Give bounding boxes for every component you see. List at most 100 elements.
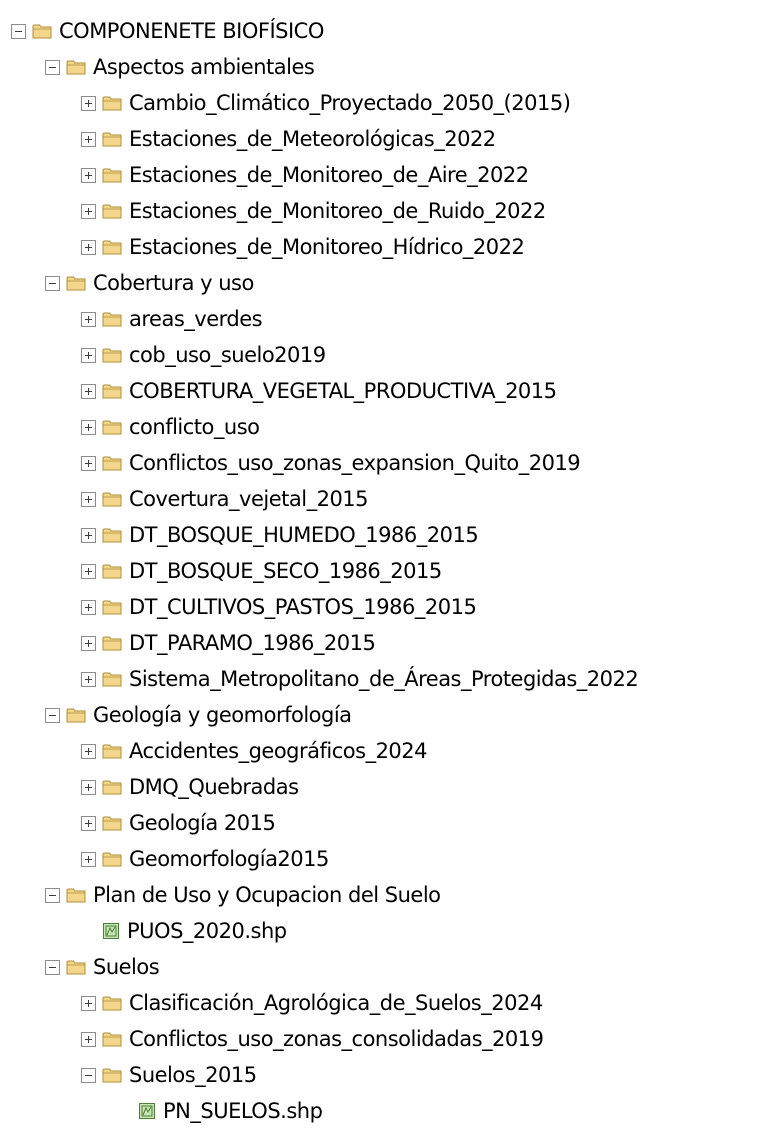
tree-item-dt-cultivos-pastos-1986-2015[interactable]: DT_CULTIVOS_PASTOS_1986_2015: [81, 589, 477, 625]
tree-item-label: DT_PARAMO_1986_2015: [129, 630, 376, 655]
folder-icon: [102, 131, 122, 147]
expand-plus-icon[interactable]: [81, 527, 96, 543]
tree-item-cambio-climatico-proyectado-2050-2015[interactable]: Cambio_Climático_Proyectado_2050_(2015): [81, 85, 571, 121]
tree-item-estaciones-de-monitoreo-hidrico-2022[interactable]: Estaciones_de_Monitoreo_Hídrico_2022: [81, 229, 525, 265]
folder-icon: [102, 743, 122, 759]
folder-icon: [102, 491, 122, 507]
tree-item-label: Estaciones_de_Monitoreo_de_Aire_2022: [129, 162, 529, 187]
tree-item-aspectos-ambientales[interactable]: Aspectos ambientales: [45, 49, 315, 85]
collapse-minus-icon[interactable]: [45, 59, 60, 75]
expand-plus-icon[interactable]: [81, 455, 96, 471]
expand-plus-icon[interactable]: [81, 599, 96, 615]
expand-plus-icon[interactable]: [81, 419, 96, 435]
tree-item-dt-paramo-1986-2015[interactable]: DT_PARAMO_1986_2015: [81, 625, 376, 661]
expand-plus-icon[interactable]: [81, 563, 96, 579]
tree-item-dt-bosque-humedo-1986-2015[interactable]: DT_BOSQUE_HUMEDO_1986_2015: [81, 517, 479, 553]
expand-plus-icon[interactable]: [81, 131, 96, 147]
folder-icon: [102, 239, 122, 255]
expand-plus-icon[interactable]: [81, 635, 96, 651]
expand-plus-icon[interactable]: [81, 779, 96, 795]
expand-plus-icon[interactable]: [81, 491, 96, 507]
expand-plus-icon[interactable]: [81, 815, 96, 831]
tree-item-label: Suelos_2015: [129, 1062, 257, 1087]
expand-plus-icon[interactable]: [81, 671, 96, 687]
tree-item-label: COMPONENETE BIOFÍSICO: [59, 18, 324, 43]
tree-item-label: Plan de Uso y Ocupacion del Suelo: [93, 882, 441, 907]
tree-item-dmq-quebradas[interactable]: DMQ_Quebradas: [81, 769, 299, 805]
tree-item-geomorfologia2015[interactable]: Geomorfología2015: [81, 841, 329, 877]
expand-plus-icon[interactable]: [81, 851, 96, 867]
tree-item-componenete-biofisico[interactable]: COMPONENETE BIOFÍSICO: [11, 13, 324, 49]
tree-item-conflictos-uso-zonas-consolidadas-2019[interactable]: Conflictos_uso_zonas_consolidadas_2019: [81, 1021, 544, 1057]
folder-icon: [102, 1031, 122, 1047]
collapse-minus-icon[interactable]: [45, 275, 60, 291]
expand-plus-icon[interactable]: [81, 239, 96, 255]
tree-item-sistema-metropolitano-de-areas-protegidas-2022[interactable]: Sistema_Metropolitano_de_Áreas_Protegida…: [81, 661, 639, 697]
expand-plus-icon[interactable]: [81, 347, 96, 363]
expand-plus-icon[interactable]: [81, 995, 96, 1011]
tree-item-clasificacion-agrologica-de-suelos-2024[interactable]: Clasificación_Agrológica_de_Suelos_2024: [81, 985, 543, 1021]
tree-item-estaciones-de-monitoreo-de-ruido-2022[interactable]: Estaciones_de_Monitoreo_de_Ruido_2022: [81, 193, 546, 229]
folder-icon: [32, 23, 52, 39]
folder-icon: [102, 419, 122, 435]
tree-item-cob-uso-suelo2019[interactable]: cob_uso_suelo2019: [81, 337, 326, 373]
toggle-spacer: [81, 924, 96, 939]
tree-item-label: areas_verdes: [129, 306, 263, 331]
folder-icon: [102, 347, 122, 363]
tree-item-puos-2020-shp[interactable]: PUOS_2020.shp: [81, 913, 287, 949]
tree-item-geologia-2015[interactable]: Geología 2015: [81, 805, 276, 841]
tree-item-label: Suelos: [93, 954, 160, 979]
folder-icon: [102, 383, 122, 399]
tree-item-plan-de-uso-y-ocupacion-del-suelo[interactable]: Plan de Uso y Ocupacion del Suelo: [45, 877, 441, 913]
folder-icon: [102, 815, 122, 831]
tree-item-label: Geomorfología2015: [129, 846, 329, 871]
folder-icon: [102, 203, 122, 219]
collapse-minus-icon[interactable]: [11, 23, 26, 39]
tree-item-label: COBERTURA_VEGETAL_PRODUCTIVA_2015: [129, 378, 557, 403]
expand-plus-icon[interactable]: [81, 1031, 96, 1047]
expand-plus-icon[interactable]: [81, 743, 96, 759]
tree-item-label: Geología 2015: [129, 810, 276, 835]
tree-item-estaciones-de-meteorologicas-2022[interactable]: Estaciones_de_Meteorológicas_2022: [81, 121, 496, 157]
tree-item-covertura-vejetal-2015[interactable]: Covertura_vejetal_2015: [81, 481, 369, 517]
collapse-minus-icon[interactable]: [81, 1067, 96, 1083]
tree-item-pn-suelos-shp[interactable]: PN_SUELOS.shp: [117, 1093, 323, 1129]
collapse-minus-icon[interactable]: [45, 707, 60, 723]
tree-item-label: DMQ_Quebradas: [129, 774, 299, 799]
tree-item-label: Covertura_vejetal_2015: [129, 486, 369, 511]
tree-item-geologia-y-geomorfologia[interactable]: Geología y geomorfología: [45, 697, 352, 733]
expand-plus-icon[interactable]: [81, 203, 96, 219]
folder-icon: [66, 959, 86, 975]
tree-item-label: DT_BOSQUE_HUMEDO_1986_2015: [129, 522, 479, 547]
folder-icon: [66, 887, 86, 903]
tree-item-cobertura-y-uso[interactable]: Cobertura y uso: [45, 265, 254, 301]
tree-item-label: Estaciones_de_Meteorológicas_2022: [129, 126, 496, 151]
expand-plus-icon[interactable]: [81, 95, 96, 111]
tree-item-conflicto-uso[interactable]: conflicto_uso: [81, 409, 260, 445]
tree-item-estaciones-de-monitoreo-de-aire-2022[interactable]: Estaciones_de_Monitoreo_de_Aire_2022: [81, 157, 529, 193]
tree-item-label: PUOS_2020.shp: [127, 918, 287, 943]
tree-item-conflictos-uso-zonas-expansion-quito-2019[interactable]: Conflictos_uso_zonas_expansion_Quito_201…: [81, 445, 581, 481]
tree-item-label: Conflictos_uso_zonas_consolidadas_2019: [129, 1026, 544, 1051]
tree-item-suelos-2015[interactable]: Suelos_2015: [81, 1057, 257, 1093]
collapse-minus-icon[interactable]: [45, 887, 60, 903]
tree-item-suelos[interactable]: Suelos: [45, 949, 160, 985]
folder-icon: [102, 311, 122, 327]
folder-icon: [102, 95, 122, 111]
folder-icon: [102, 563, 122, 579]
tree-item-label: Estaciones_de_Monitoreo_Hídrico_2022: [129, 234, 525, 259]
tree-item-cobertura-vegetal-productiva-2015[interactable]: COBERTURA_VEGETAL_PRODUCTIVA_2015: [81, 373, 557, 409]
expand-plus-icon[interactable]: [81, 383, 96, 399]
tree-item-areas-verdes[interactable]: areas_verdes: [81, 301, 263, 337]
tree-item-label: Aspectos ambientales: [93, 54, 315, 79]
tree-item-label: Geología y geomorfología: [93, 702, 352, 727]
folder-icon: [102, 1067, 122, 1083]
expand-plus-icon[interactable]: [81, 311, 96, 327]
expand-plus-icon[interactable]: [81, 167, 96, 183]
collapse-minus-icon[interactable]: [45, 959, 60, 975]
tree-item-accidentes-geograficos-2024[interactable]: Accidentes_geográficos_2024: [81, 733, 428, 769]
tree-item-label: Conflictos_uso_zonas_expansion_Quito_201…: [129, 450, 581, 475]
tree-item-dt-bosque-seco-1986-2015[interactable]: DT_BOSQUE_SECO_1986_2015: [81, 553, 442, 589]
tree-item-label: Sistema_Metropolitano_de_Áreas_Protegida…: [129, 666, 639, 691]
tree-item-label: conflicto_uso: [129, 414, 260, 439]
